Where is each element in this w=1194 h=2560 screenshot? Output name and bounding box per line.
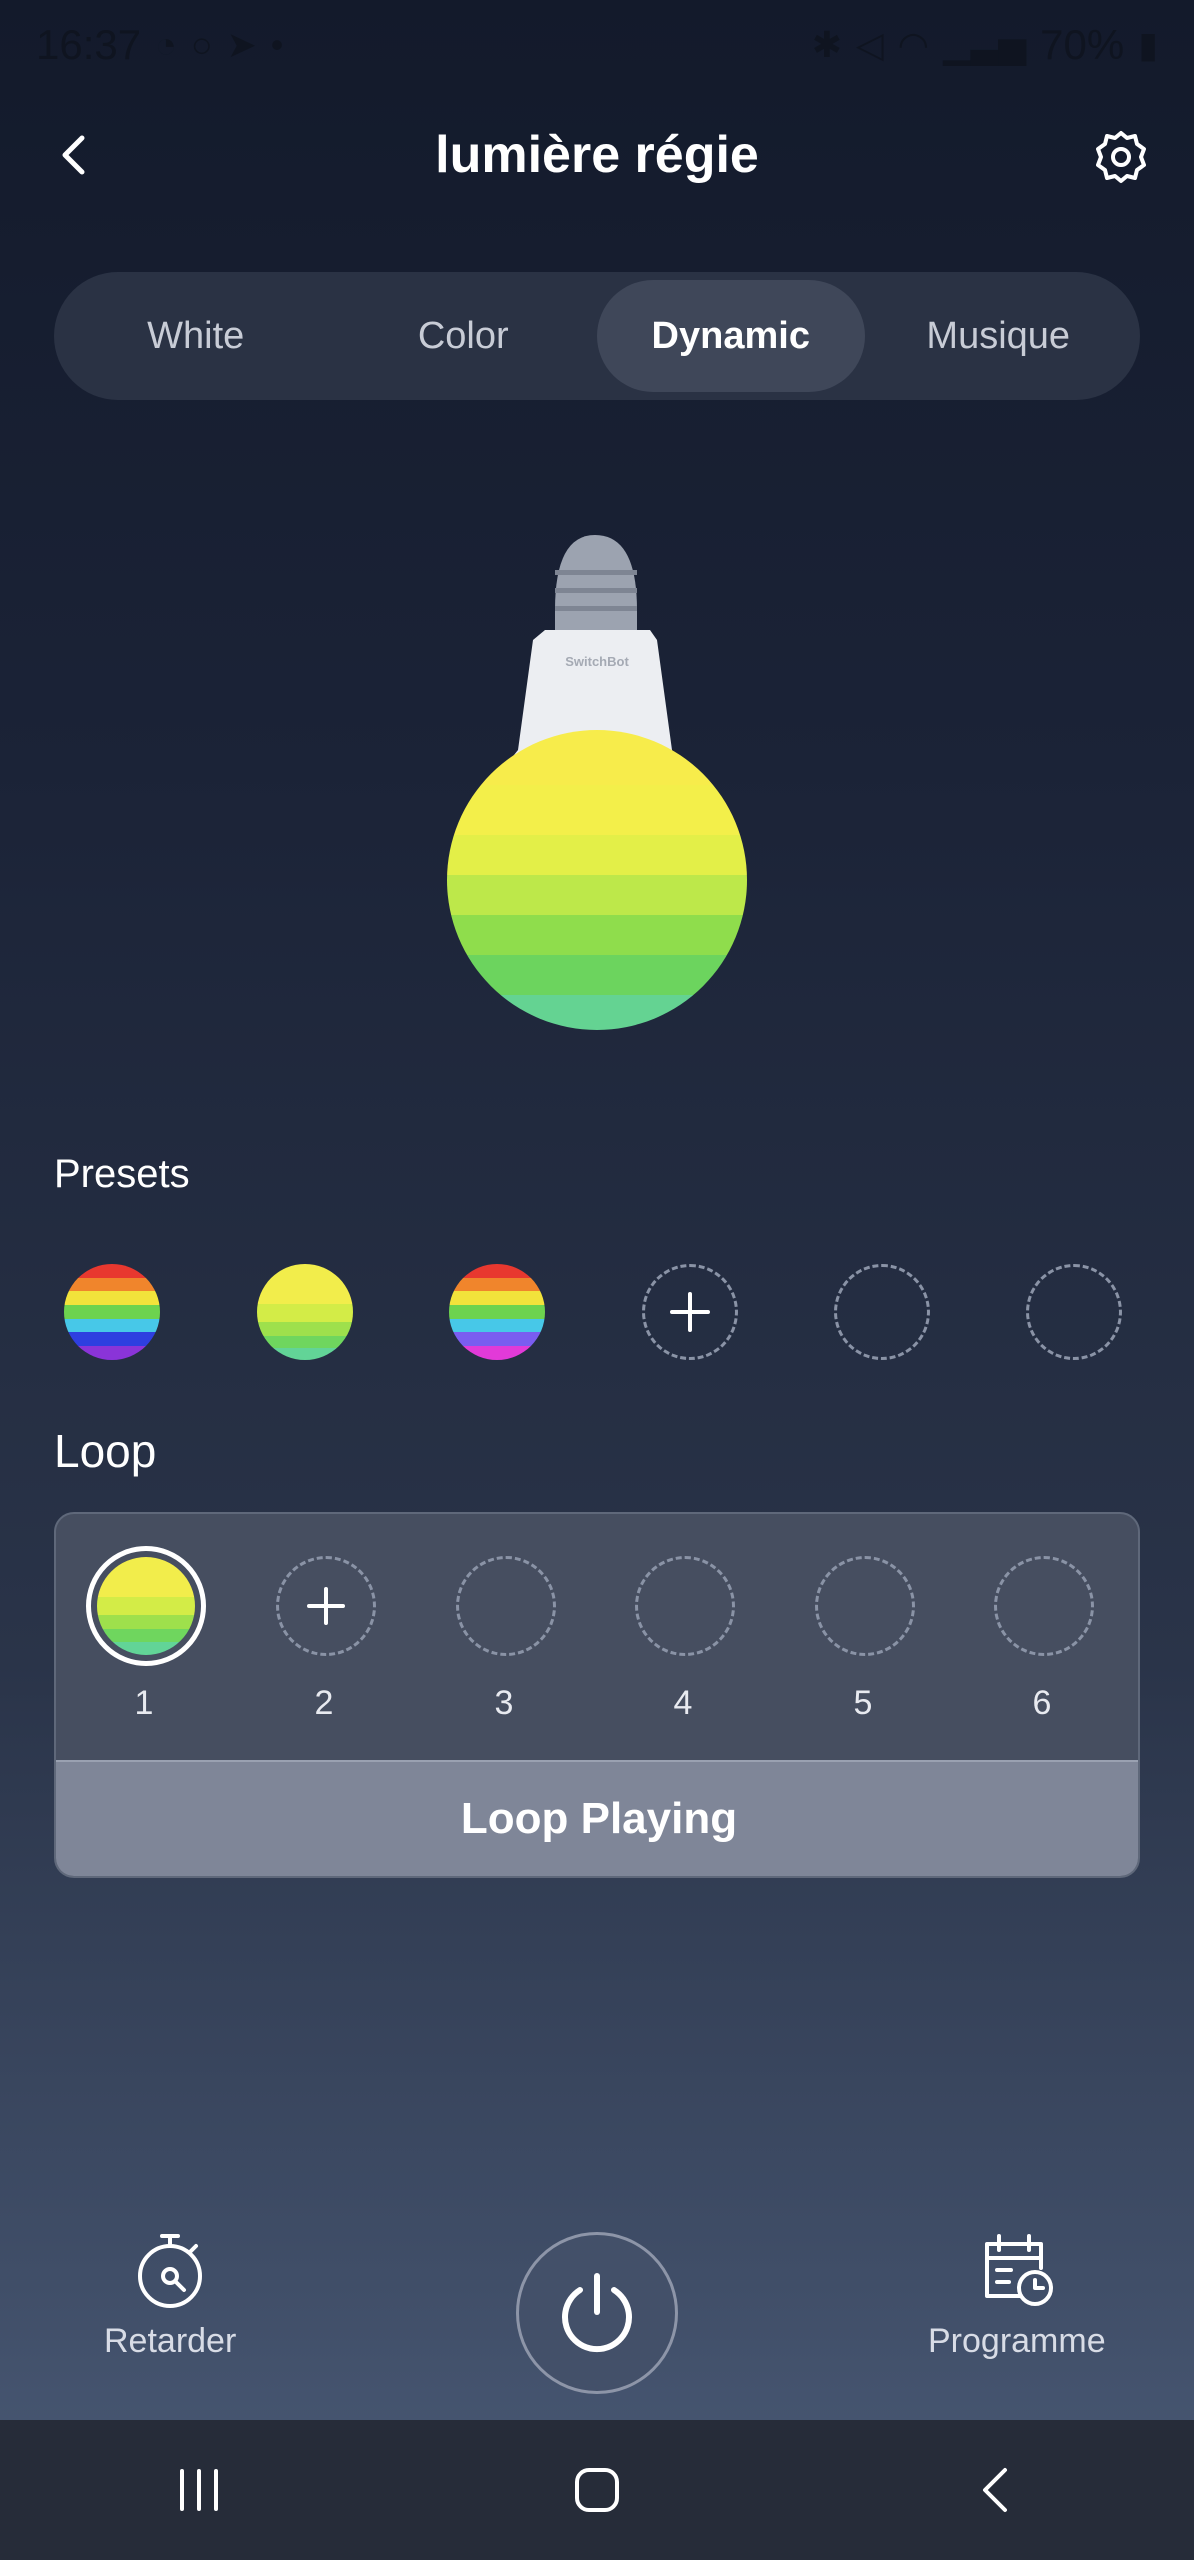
mute-icon: ◁ [855, 24, 884, 65]
yellow-green-swatch-icon [97, 1557, 195, 1655]
circle-icon: ○ [190, 24, 213, 65]
power-icon [562, 2273, 632, 2353]
bulb-illustration: SwitchBot [440, 530, 760, 1040]
recents-button[interactable] [159, 2450, 239, 2530]
settings-button[interactable] [1092, 128, 1150, 186]
status-right: ✱ ◁ ◠ ▁▃▅ 70% ▮ [812, 21, 1158, 69]
mode-tabs: White Color Dynamic Musique [54, 272, 1140, 400]
signal-icon: ▁▃▅ [943, 24, 1027, 65]
loop-label: Loop [54, 1425, 157, 1477]
rainbow-swatch-icon [64, 1264, 160, 1360]
status-bar: 16:37 ◔ ○ ➤ • ✱ ◁ ◠ ▁▃▅ 70% ▮ [0, 0, 1194, 90]
loop-slot-number: 3 [494, 1684, 514, 1722]
plus-icon [645, 1267, 735, 1357]
preset-empty-slot[interactable] [834, 1264, 930, 1360]
delay-label: Retarder [104, 2322, 237, 2360]
yellow-green-swatch-icon [257, 1264, 353, 1360]
schedule-button[interactable]: Programme [928, 2230, 1106, 2361]
battery-level: 70% [1040, 21, 1125, 68]
rainbow-magenta-swatch-icon [449, 1264, 545, 1360]
page-title: lumière régie [435, 126, 759, 184]
back-arrow-icon [62, 135, 85, 175]
preset-empty-slot[interactable] [1026, 1264, 1122, 1360]
preset-rainbow[interactable] [64, 1264, 160, 1360]
home-icon [575, 2468, 619, 2512]
plus-icon [279, 1559, 373, 1653]
bulb-brand-label: SwitchBot [565, 654, 629, 669]
delay-button[interactable]: Retarder [104, 2230, 236, 2361]
back-button[interactable] [48, 128, 102, 182]
loop-playing-button[interactable]: Loop Playing [56, 1760, 1138, 1876]
dot-icon: • [270, 24, 284, 65]
preset-yellow-green[interactable] [257, 1264, 353, 1360]
calendar-clock-icon [984, 2234, 1053, 2306]
light-bulb-icon: SwitchBot [447, 535, 747, 1030]
gear-icon [1096, 131, 1146, 183]
loop-slot-number: 1 [134, 1684, 154, 1722]
telegram-icon: ➤ [226, 24, 257, 65]
loop-slot-2-add[interactable] [276, 1556, 376, 1656]
preset-add-button[interactable] [642, 1264, 738, 1360]
loop-slot-5[interactable] [815, 1556, 915, 1656]
status-left: 16:37 ◔ ○ ➤ • [36, 21, 283, 69]
nav-back-icon [983, 2468, 1007, 2512]
loop-slot-1[interactable] [86, 1546, 206, 1666]
tab-color[interactable]: Color [330, 280, 598, 392]
tab-dynamic[interactable]: Dynamic [597, 280, 865, 392]
header: lumière régie [0, 110, 1194, 200]
loop-slot-number: 4 [673, 1684, 693, 1722]
loop-slot-number: 2 [314, 1684, 334, 1722]
loop-slot-3[interactable] [456, 1556, 556, 1656]
recents-icon [180, 2469, 218, 2511]
tab-white[interactable]: White [62, 280, 330, 392]
nav-back-button[interactable] [955, 2450, 1035, 2530]
tab-musique[interactable]: Musique [865, 280, 1133, 392]
loop-panel: 1 2 3 4 5 6 Loop Playing [54, 1512, 1140, 1878]
preset-rainbow-magenta[interactable] [449, 1264, 545, 1360]
battery-icon: ▮ [1138, 24, 1158, 65]
bluetooth-icon: ✱ [811, 24, 842, 65]
system-nav-bar [0, 2420, 1194, 2560]
presets-row [64, 1264, 1124, 1364]
whatsapp-icon: ◔ [155, 24, 177, 65]
timer-icon [138, 2234, 203, 2308]
home-button[interactable] [557, 2450, 637, 2530]
status-time: 16:37 [36, 21, 142, 68]
loop-slot-number: 5 [853, 1684, 873, 1722]
schedule-label: Programme [928, 2322, 1106, 2360]
loop-slot-4[interactable] [635, 1556, 735, 1656]
presets-label: Presets [54, 1152, 190, 1196]
loop-slot-6[interactable] [994, 1556, 1094, 1656]
wifi-icon: ◠ [897, 24, 930, 65]
power-button[interactable] [516, 2232, 678, 2394]
loop-slot-number: 6 [1032, 1684, 1052, 1722]
